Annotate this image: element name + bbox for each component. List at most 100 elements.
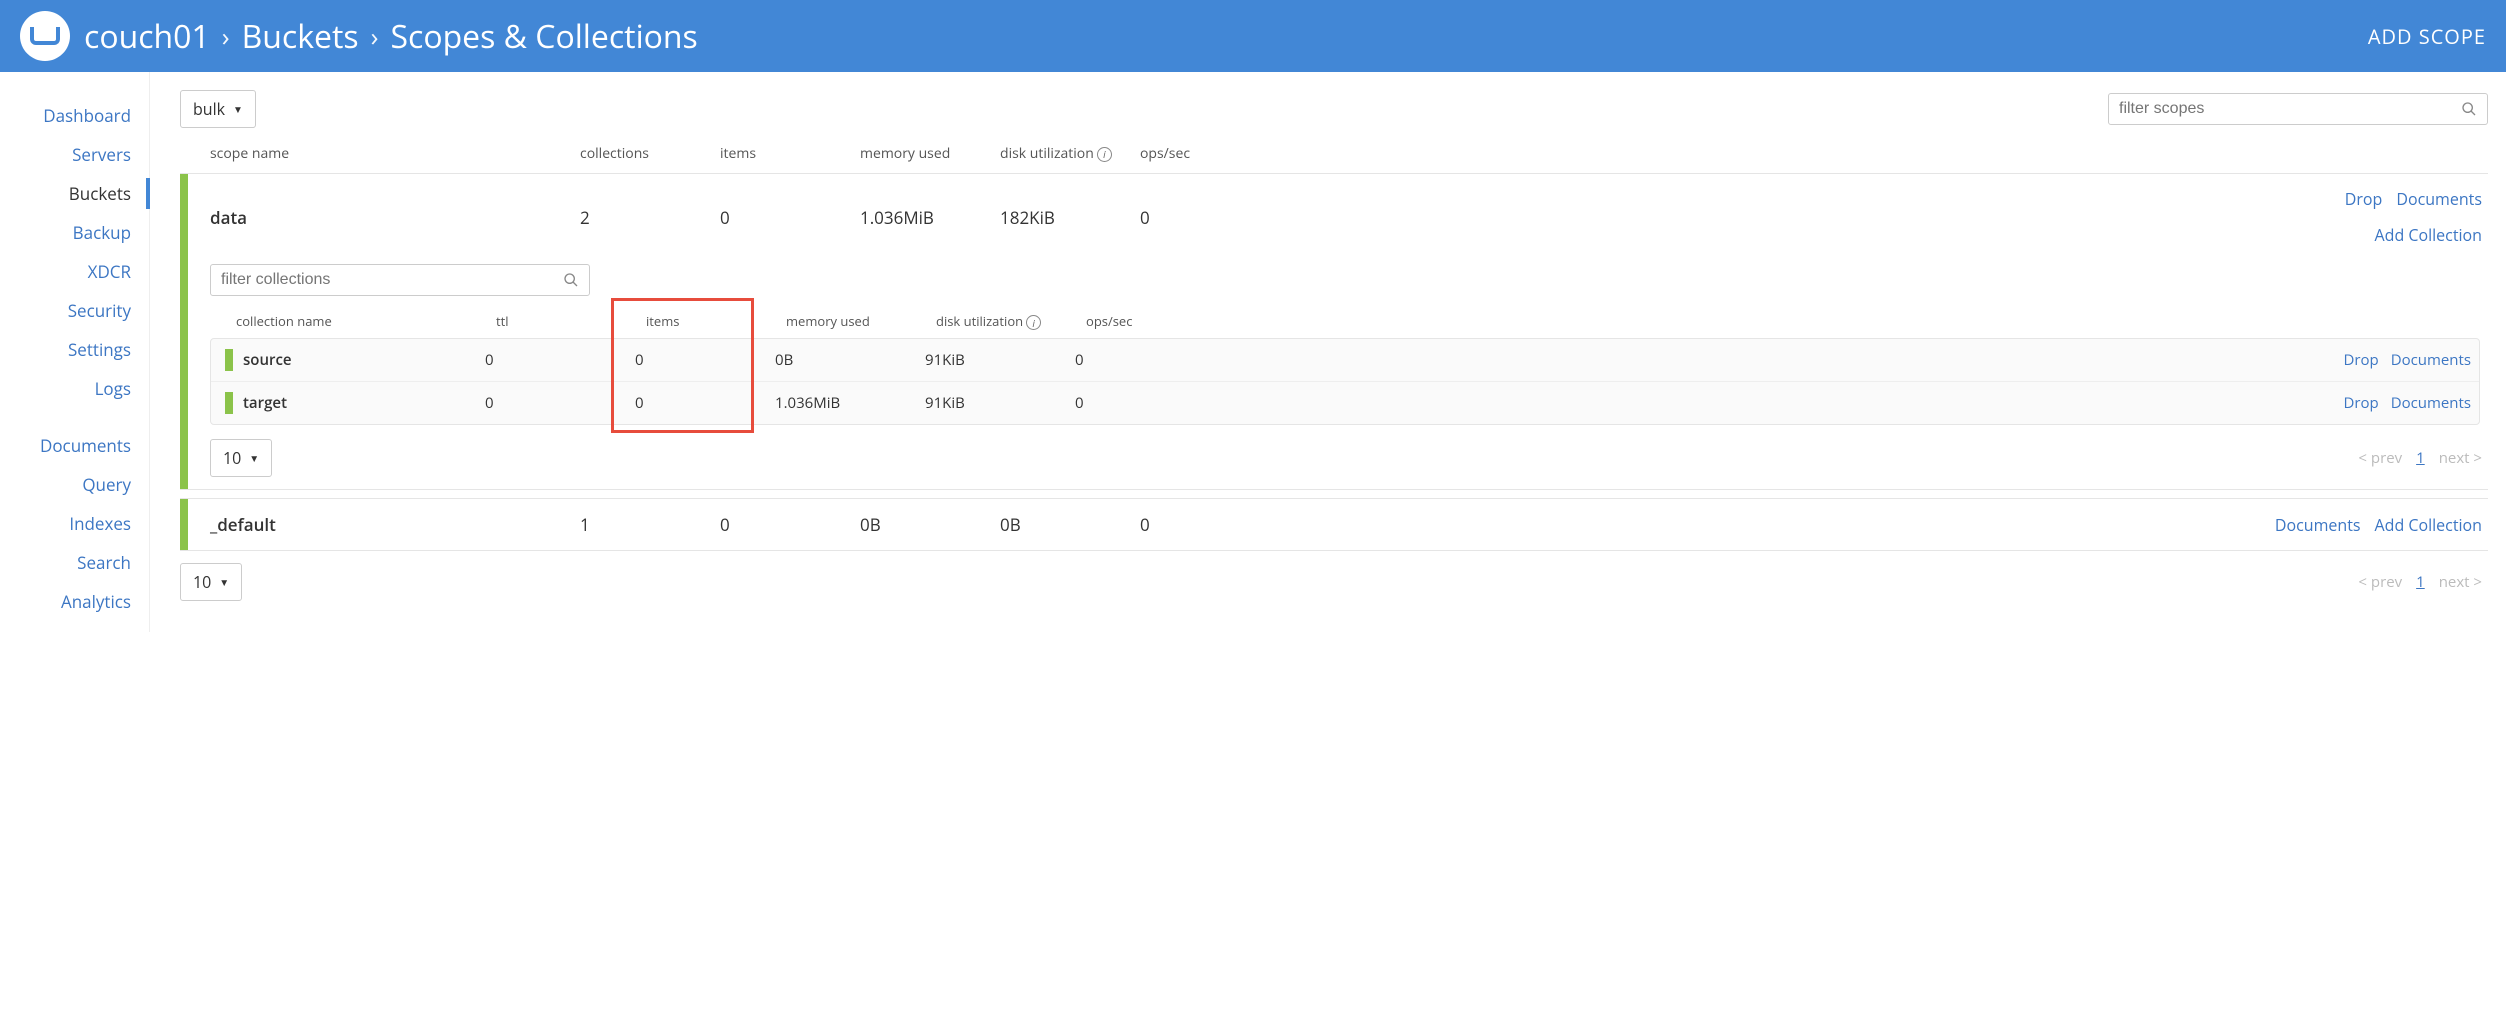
- collection-pager-row: 10 ▼ < prev 1 next >: [180, 435, 2488, 477]
- pager-prev[interactable]: < prev: [2358, 572, 2402, 592]
- collection-ops: 0: [1075, 350, 1205, 370]
- scope-memory: 0B: [860, 513, 1000, 536]
- sidebar-item-servers[interactable]: Servers: [0, 135, 149, 174]
- collection-status-bar: [225, 349, 233, 371]
- collection-drop-link[interactable]: Drop: [2343, 393, 2378, 413]
- scope-status-bar: [180, 174, 188, 489]
- info-icon[interactable]: i: [1097, 147, 1112, 162]
- collection-ttl: 0: [485, 393, 635, 413]
- collection-actions: Drop Documents: [1205, 350, 2471, 370]
- sidebar-item-xdcr[interactable]: XDCR: [0, 252, 149, 291]
- pager-prev[interactable]: < prev: [2358, 448, 2402, 468]
- sidebar-item-buckets[interactable]: Buckets: [0, 174, 149, 213]
- col-memory: memory used: [860, 144, 1000, 163]
- col-coll-memory: memory used: [786, 312, 936, 330]
- breadcrumb-cluster[interactable]: couch01: [84, 15, 210, 58]
- filter-collections-box[interactable]: [210, 264, 590, 296]
- pager-page-1[interactable]: 1: [2416, 572, 2425, 592]
- page-size-dropdown[interactable]: 10 ▼: [210, 439, 272, 477]
- col-coll-items: items: [646, 312, 786, 330]
- search-icon: [2461, 101, 2477, 117]
- col-coll-name: collection name: [236, 312, 496, 330]
- sidebar-item-dashboard[interactable]: Dashboard: [0, 96, 149, 135]
- scope-ops: 0: [1140, 513, 1250, 536]
- collection-pager: < prev 1 next >: [2358, 448, 2482, 468]
- filter-collections-input[interactable]: [221, 271, 563, 289]
- caret-down-icon: ▼: [219, 575, 229, 589]
- col-disk: disk utilizationi: [1000, 144, 1140, 163]
- scope-pager: < prev 1 next >: [2358, 572, 2482, 592]
- scope-page-size-dropdown[interactable]: 10 ▼: [180, 563, 242, 601]
- filter-scopes-box[interactable]: [2108, 93, 2488, 125]
- sidebar-item-documents[interactable]: Documents: [0, 426, 149, 465]
- collection-ops: 0: [1075, 393, 1205, 413]
- sidebar-item-logs[interactable]: Logs: [0, 369, 149, 408]
- breadcrumb-scopes: Scopes & Collections: [390, 15, 697, 58]
- scope-ops: 0: [1140, 206, 1250, 229]
- search-icon: [563, 272, 579, 288]
- scope-items: 0: [720, 206, 860, 229]
- sidebar-item-analytics[interactable]: Analytics: [0, 582, 149, 621]
- pager-next[interactable]: next >: [2439, 572, 2482, 592]
- scope-add-collection-link[interactable]: Add Collection: [2375, 514, 2482, 536]
- scope-actions: Drop Documents Add Collection: [1250, 188, 2488, 246]
- caret-down-icon: ▼: [249, 451, 259, 465]
- collection-memory: 0B: [775, 350, 925, 370]
- breadcrumb-buckets[interactable]: Buckets: [242, 15, 359, 58]
- collection-disk: 91KiB: [925, 350, 1075, 370]
- scope-row[interactable]: _default 1 0 0B 0B 0 Documents Add Colle…: [180, 499, 2488, 550]
- scope-status-bar: [180, 499, 188, 550]
- scope-items: 0: [720, 513, 860, 536]
- sidebar-item-settings[interactable]: Settings: [0, 330, 149, 369]
- sidebar: Dashboard Servers Buckets Backup XDCR Se…: [0, 72, 150, 632]
- scope-disk: 182KiB: [1000, 206, 1140, 229]
- collection-row[interactable]: source 0 0 0B 91KiB 0 Drop Documents: [211, 339, 2479, 381]
- filter-scopes-input[interactable]: [2119, 100, 2461, 118]
- scope-row[interactable]: data 2 0 1.036MiB 182KiB 0 Drop Document…: [180, 174, 2488, 260]
- collection-drop-link[interactable]: Drop: [2343, 350, 2378, 370]
- info-icon[interactable]: i: [1026, 315, 1041, 330]
- collection-status-bar: [225, 392, 233, 414]
- add-scope-button[interactable]: ADD SCOPE: [2368, 23, 2486, 50]
- collection-name-cell: target: [225, 392, 485, 414]
- col-collections: collections: [580, 144, 720, 163]
- collection-items: 0: [635, 393, 775, 413]
- scope-documents-link[interactable]: Documents: [2275, 514, 2361, 536]
- collection-items: 0: [635, 350, 775, 370]
- sidebar-item-query[interactable]: Query: [0, 465, 149, 504]
- app-header: couch01 › Buckets › Scopes & Collections…: [0, 0, 2506, 72]
- collection-ttl: 0: [485, 350, 635, 370]
- collection-column-headers: collection name ttl items memory used di…: [180, 304, 2488, 338]
- sidebar-item-security[interactable]: Security: [0, 291, 149, 330]
- pager-next[interactable]: next >: [2439, 448, 2482, 468]
- scope-block-data: data 2 0 1.036MiB 182KiB 0 Drop Document…: [180, 173, 2488, 490]
- col-ops: ops/sec: [1140, 144, 1250, 163]
- col-coll-ops: ops/sec: [1086, 312, 1216, 330]
- col-scope-name: scope name: [210, 144, 580, 163]
- pager-page-1[interactable]: 1: [2416, 448, 2425, 468]
- scope-documents-link[interactable]: Documents: [2396, 188, 2482, 210]
- bulk-label: bulk: [193, 98, 225, 120]
- sidebar-item-search[interactable]: Search: [0, 543, 149, 582]
- scope-pager-row: 10 ▼ < prev 1 next >: [180, 559, 2488, 601]
- breadcrumb: couch01 › Buckets › Scopes & Collections: [84, 15, 2368, 58]
- collection-row[interactable]: target 0 0 1.036MiB 91KiB 0 Drop Documen…: [211, 381, 2479, 424]
- caret-down-icon: ▼: [233, 102, 243, 116]
- bulk-dropdown[interactable]: bulk ▼: [180, 90, 256, 128]
- scope-collections-count: 2: [580, 206, 720, 229]
- couchbase-logo: [20, 11, 70, 61]
- collection-documents-link[interactable]: Documents: [2391, 393, 2471, 413]
- sidebar-item-backup[interactable]: Backup: [0, 213, 149, 252]
- col-coll-disk: disk utilizationi: [936, 312, 1086, 330]
- scope-memory: 1.036MiB: [860, 206, 1000, 229]
- collection-name-cell: source: [225, 349, 485, 371]
- sidebar-item-indexes[interactable]: Indexes: [0, 504, 149, 543]
- collection-actions: Drop Documents: [1205, 393, 2471, 413]
- scope-add-collection-link[interactable]: Add Collection: [1250, 224, 2482, 246]
- chevron-right-icon: ›: [371, 18, 379, 54]
- scope-actions: Documents Add Collection: [1250, 514, 2488, 536]
- collection-documents-link[interactable]: Documents: [2391, 350, 2471, 370]
- scope-disk: 0B: [1000, 513, 1140, 536]
- scope-drop-link[interactable]: Drop: [2345, 188, 2383, 210]
- toolbar: bulk ▼: [180, 90, 2488, 128]
